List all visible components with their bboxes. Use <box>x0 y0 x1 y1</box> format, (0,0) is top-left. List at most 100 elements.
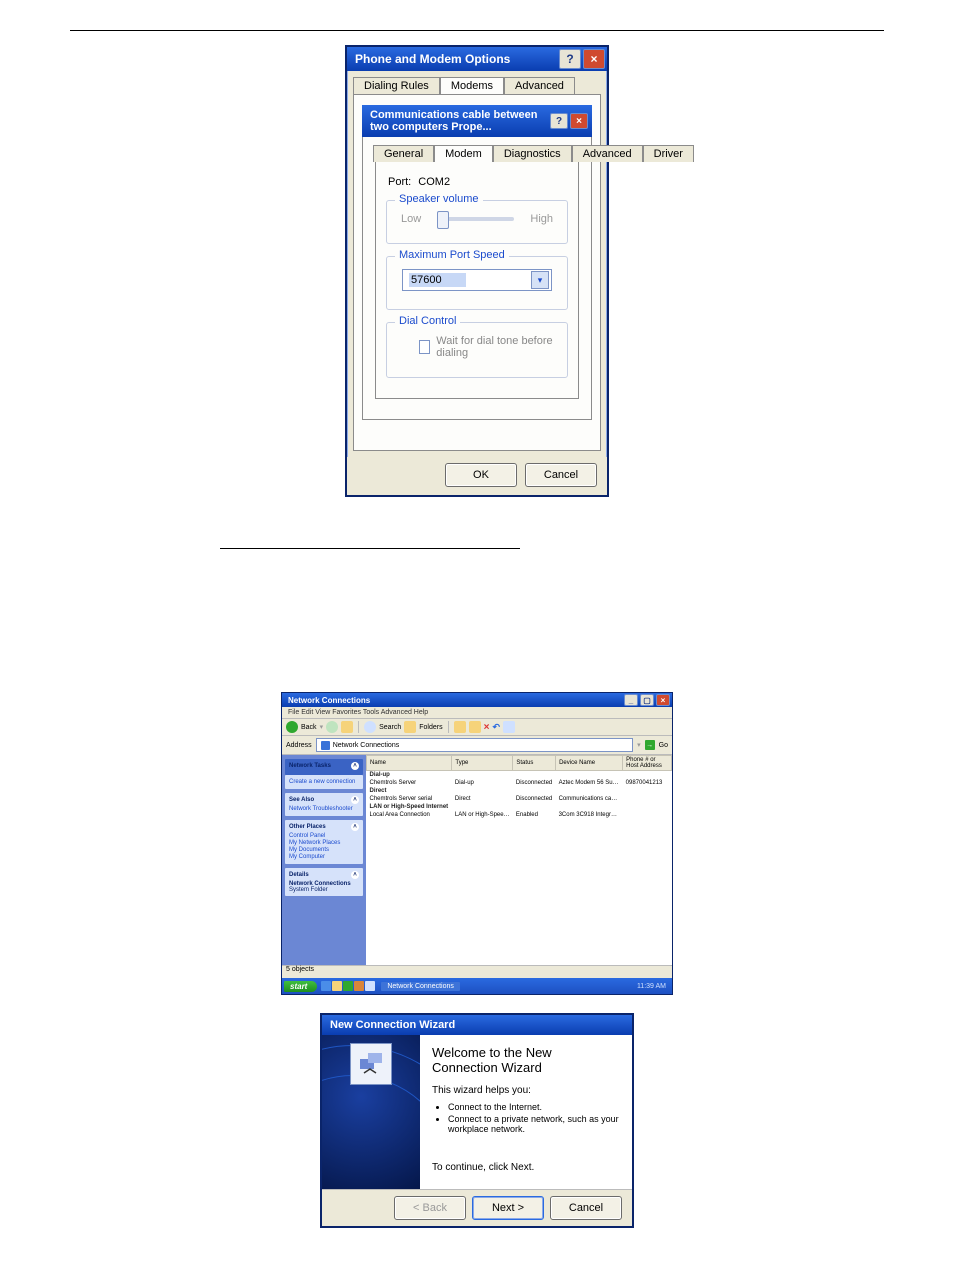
port-speed-combo[interactable]: 57600 ▾ <box>402 269 552 291</box>
table-row[interactable]: Chemtrols Server Dial-up Disconnected Az… <box>367 779 672 787</box>
chevron-up-icon[interactable]: ˄ <box>351 871 359 879</box>
col-device[interactable]: Device Name <box>556 756 623 771</box>
help-button[interactable]: ? <box>559 49 581 69</box>
folders-label[interactable]: Folders <box>419 724 442 731</box>
back-icon[interactable] <box>286 721 298 733</box>
side-other-places: Other Places ˄ Control Panel My Network P… <box>285 820 363 864</box>
col-type[interactable]: Type <box>452 756 513 771</box>
toolbar: Back ▾ Search Folders × ↶ <box>282 719 672 736</box>
group-dialup: Dial-up <box>367 771 672 780</box>
close-button[interactable]: × <box>583 49 605 69</box>
col-addr[interactable]: Phone # or Host Address <box>623 756 672 771</box>
address-value: Network Connections <box>333 742 400 749</box>
wait-dial-tone-label: Wait for dial tone before dialing <box>436 335 553 359</box>
group-lan: LAN or High-Speed Internet <box>367 803 672 811</box>
tab-driver[interactable]: Driver <box>643 145 694 162</box>
cancel-button[interactable]: Cancel <box>525 463 597 487</box>
up-icon[interactable] <box>341 721 353 733</box>
copy-icon[interactable] <box>469 721 481 733</box>
cell-addr: 09870041213 <box>623 779 672 787</box>
tab-modem[interactable]: Modem <box>434 145 493 162</box>
side-other-title: Other Places <box>289 824 326 830</box>
back-label[interactable]: Back <box>301 724 317 731</box>
minimize-button[interactable]: _ <box>624 694 638 706</box>
speaker-high-label: High <box>530 213 553 225</box>
views-icon[interactable] <box>503 721 515 733</box>
speaker-legend: Speaker volume <box>395 193 483 205</box>
tab-advanced[interactable]: Advanced <box>572 145 643 162</box>
tray-clock: 11:39 AM <box>637 983 670 990</box>
tab-modems[interactable]: Modems <box>440 77 504 94</box>
folders-icon[interactable] <box>404 721 416 733</box>
cell-status: Disconnected <box>513 795 556 803</box>
dial-control-group: Dial Control Wait for dial tone before d… <box>386 322 568 378</box>
cell-addr <box>623 811 672 819</box>
parent-tabs: Dialing Rules Modems Advanced <box>353 77 601 94</box>
phone-modem-titlebar: Phone and Modem Options ? × <box>347 47 607 71</box>
chevron-down-icon[interactable]: ▾ <box>531 271 549 289</box>
close-button[interactable]: × <box>656 694 670 706</box>
chevron-up-icon[interactable]: ˄ <box>351 762 359 770</box>
ok-button[interactable]: OK <box>445 463 517 487</box>
chevron-up-icon[interactable]: ˄ <box>351 796 359 804</box>
tab-diagnostics[interactable]: Diagnostics <box>493 145 572 162</box>
next-button[interactable]: Next > <box>472 1196 544 1220</box>
close-button[interactable]: × <box>570 113 588 129</box>
ql-icon[interactable] <box>332 981 342 991</box>
port-value: COM2 <box>418 176 450 188</box>
tab-dialing-rules[interactable]: Dialing Rules <box>353 77 440 94</box>
tab-general[interactable]: General <box>373 145 434 162</box>
ql-icon[interactable] <box>343 981 353 991</box>
port-label: Port: <box>388 176 411 188</box>
link-create-connection[interactable]: Create a new connection <box>289 779 359 785</box>
cancel-button[interactable]: Cancel <box>550 1196 622 1220</box>
help-button[interactable]: ? <box>550 113 568 129</box>
address-icon <box>321 741 330 750</box>
ql-icon[interactable] <box>365 981 375 991</box>
undo-icon[interactable]: ↶ <box>492 722 500 733</box>
speed-legend: Maximum Port Speed <box>395 249 509 261</box>
section-underline <box>220 547 520 549</box>
cell-name: Chemtrols Server <box>367 779 452 787</box>
link-network-places[interactable]: My Network Places <box>289 840 359 846</box>
table-row[interactable]: Chemtrols Server serial Direct Disconnec… <box>367 795 672 803</box>
wizard-sidebar <box>322 1035 420 1189</box>
link-control-panel[interactable]: Control Panel <box>289 833 359 839</box>
side-see-title: See Also <box>289 797 314 803</box>
ql-icon[interactable] <box>354 981 364 991</box>
details-line2: System Folder <box>289 887 359 893</box>
go-icon[interactable]: → <box>645 740 655 750</box>
link-troubleshooter[interactable]: Network Troubleshooter <box>289 806 359 812</box>
search-icon[interactable] <box>364 721 376 733</box>
col-name[interactable]: Name <box>367 756 452 771</box>
modem-properties-dialog: Communications cable between two compute… <box>362 105 592 420</box>
address-field[interactable]: Network Connections <box>316 738 633 752</box>
table-row[interactable]: Local Area Connection LAN or High-Speed … <box>367 811 672 819</box>
wait-dial-tone-check[interactable]: Wait for dial tone before dialing <box>419 335 553 359</box>
cell-status: Disconnected <box>513 779 556 787</box>
forward-icon[interactable] <box>326 721 338 733</box>
taskbar: start Network Connections 11:39 AM <box>282 978 672 994</box>
ql-icon[interactable] <box>321 981 331 991</box>
menu-bar[interactable]: File Edit View Favorites Tools Advanced … <box>282 707 672 719</box>
link-my-computer[interactable]: My Computer <box>289 854 359 860</box>
cell-type: Direct <box>452 795 513 803</box>
taskbar-app[interactable]: Network Connections <box>381 982 460 991</box>
cell-name: Chemtrols Server serial <box>367 795 452 803</box>
search-label[interactable]: Search <box>379 724 401 731</box>
tab-advanced[interactable]: Advanced <box>504 77 575 94</box>
link-my-documents[interactable]: My Documents <box>289 847 359 853</box>
chevron-up-icon[interactable]: ˄ <box>351 823 359 831</box>
col-status[interactable]: Status <box>513 756 556 771</box>
move-icon[interactable] <box>454 721 466 733</box>
speaker-low-label: Low <box>401 213 421 225</box>
speaker-slider[interactable] <box>437 217 514 221</box>
start-button[interactable]: start <box>284 981 317 992</box>
cell-type: LAN or High-Speed Inter... <box>452 811 513 819</box>
go-label[interactable]: Go <box>659 742 668 749</box>
maximize-button[interactable]: ▢ <box>640 694 654 706</box>
cell-addr <box>623 795 672 803</box>
wizard-bullet: Connect to a private network, such as yo… <box>448 1114 620 1134</box>
delete-icon[interactable]: × <box>484 722 490 733</box>
speaker-volume-group: Speaker volume Low High <box>386 200 568 244</box>
